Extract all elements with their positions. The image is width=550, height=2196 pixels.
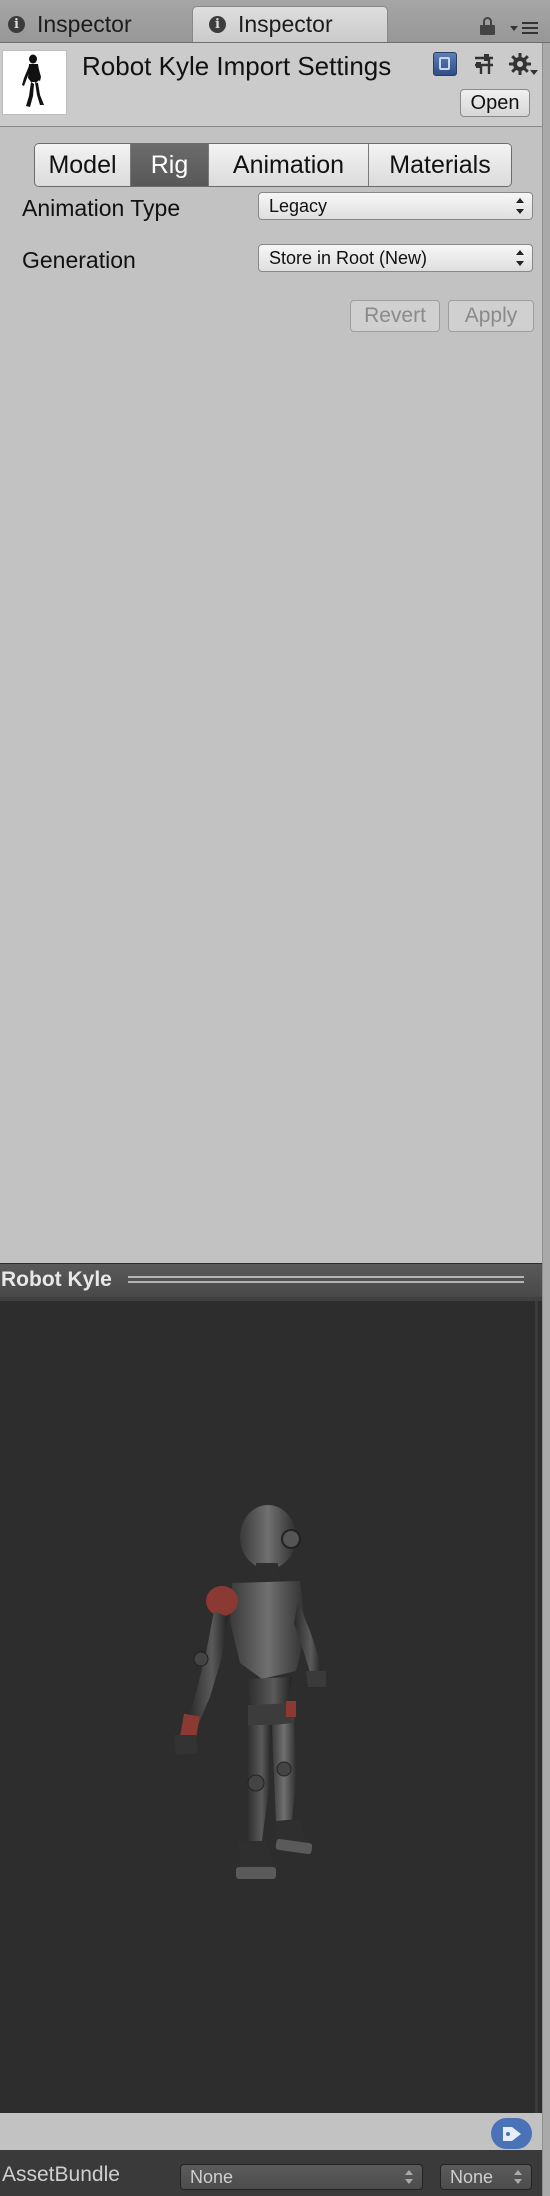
- dropdown-arrows-icon: [405, 2170, 413, 2184]
- asset-bundle-label: AssetBundle: [2, 2163, 120, 2186]
- tab-label: Inspector: [238, 11, 333, 37]
- tab-rig[interactable]: Rig: [131, 144, 209, 186]
- tab-inspector-1[interactable]: i Inspector: [8, 6, 188, 42]
- tab-inspector-2[interactable]: i Inspector: [192, 6, 388, 42]
- asset-bundle-bar: AssetBundle None None: [0, 2150, 542, 2196]
- asset-bundle-variant-value: None: [450, 2166, 494, 2187]
- window-menu-icon[interactable]: [510, 22, 540, 36]
- apply-button[interactable]: Apply: [448, 300, 534, 332]
- gear-icon[interactable]: [508, 52, 538, 78]
- asset-bundle-name-value: None: [190, 2166, 234, 2187]
- tab-label: Inspector: [37, 10, 132, 37]
- tag-icon[interactable]: [491, 2118, 532, 2149]
- info-icon: i: [8, 15, 25, 33]
- preview-title: Robot Kyle: [1, 1268, 112, 1291]
- dropdown-arrows-icon: [516, 250, 524, 266]
- model-thumbnail: [2, 50, 67, 115]
- revert-button[interactable]: Revert: [350, 300, 440, 332]
- help-book-icon[interactable]: [433, 52, 457, 76]
- import-tabs: Model Rig Animation Materials: [34, 143, 512, 187]
- tab-model[interactable]: Model: [35, 144, 131, 186]
- dropdown-arrows-icon: [516, 198, 524, 214]
- preview-drag-handle[interactable]: [128, 1276, 524, 1284]
- model-preview-viewport[interactable]: [0, 1297, 542, 2113]
- asset-bundle-variant-select[interactable]: None: [440, 2164, 532, 2190]
- preview-header[interactable]: Robot Kyle: [0, 1263, 542, 1298]
- dropdown-arrows-icon: [514, 2170, 522, 2184]
- generation-dropdown[interactable]: Store in Root (New): [258, 244, 533, 272]
- inspector-scrollbar[interactable]: [542, 43, 550, 2196]
- tab-animation[interactable]: Animation: [209, 144, 369, 186]
- animation-type-dropdown[interactable]: Legacy: [258, 192, 533, 220]
- import-settings-header: Robot Kyle Import Settings Open: [0, 43, 542, 127]
- info-icon: i: [209, 16, 226, 33]
- page-title: Robot Kyle Import Settings: [82, 51, 392, 81]
- lock-icon[interactable]: [480, 17, 495, 35]
- generation-label: Generation: [22, 247, 136, 273]
- open-button[interactable]: Open: [460, 89, 530, 117]
- animation-type-label: Animation Type: [22, 195, 181, 221]
- asset-bundle-name-select[interactable]: None: [180, 2164, 423, 2190]
- tab-materials[interactable]: Materials: [369, 144, 511, 186]
- generation-value: Store in Root (New): [269, 247, 428, 268]
- animation-type-value: Legacy: [269, 195, 328, 216]
- inspector-tab-bar: i Inspector i Inspector: [0, 0, 550, 43]
- robot-model-render: [174, 1505, 326, 1879]
- preset-sliders-icon[interactable]: [472, 52, 496, 76]
- import-settings-panel: Model Rig Animation Materials Animation …: [0, 127, 542, 1262]
